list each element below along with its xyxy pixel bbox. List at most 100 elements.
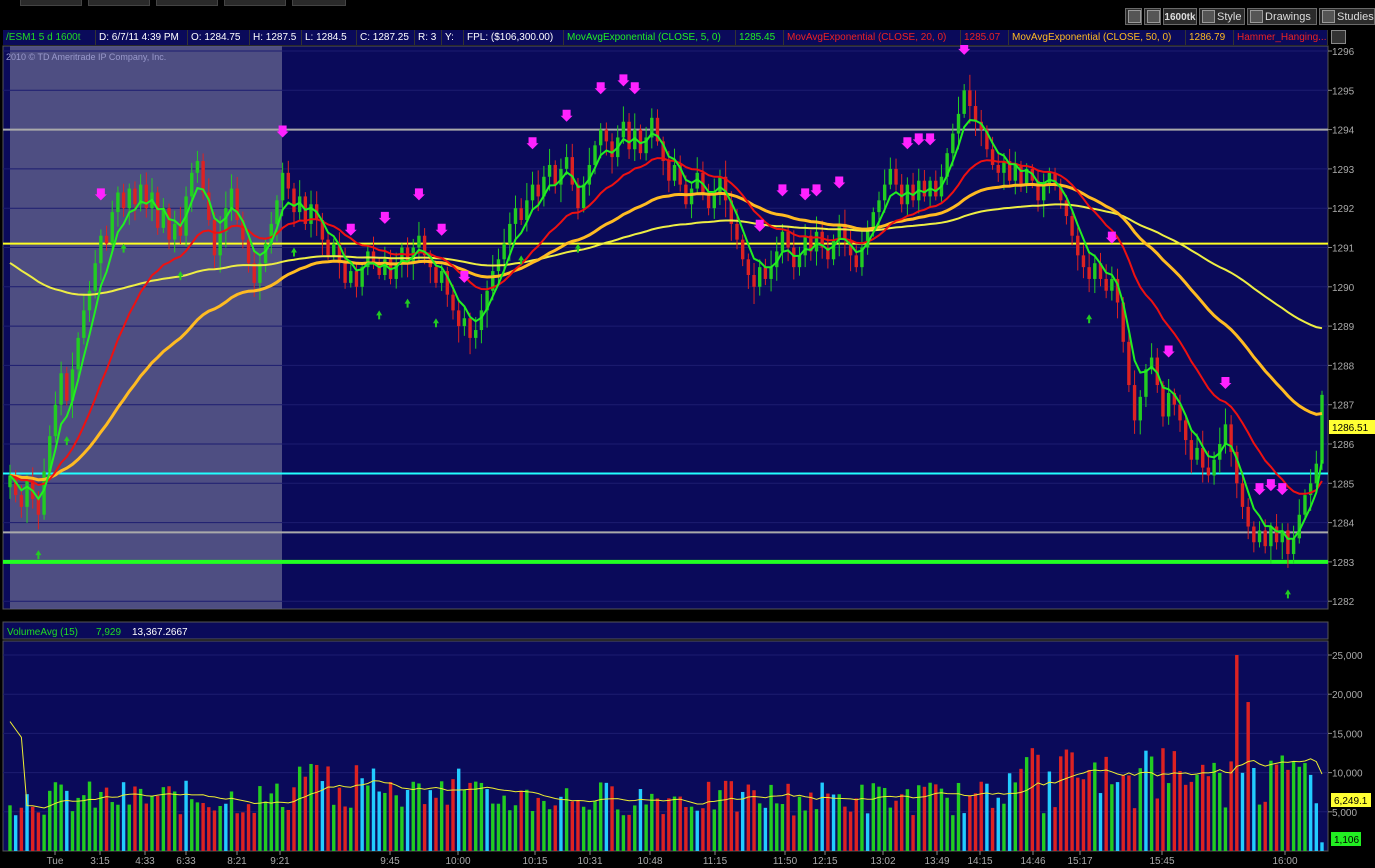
candle-up (888, 168, 893, 185)
volume-bar (911, 815, 915, 851)
time-axis-label: 14:46 (1020, 856, 1045, 867)
price-axis-label: 1290 (1332, 283, 1355, 294)
candle-down (343, 263, 347, 283)
candle-down (1206, 467, 1211, 476)
volume-bar (150, 796, 154, 851)
volume-bar (1155, 798, 1159, 851)
volume-bar (110, 802, 114, 851)
candle-down (973, 106, 978, 122)
volume-bar (928, 782, 932, 851)
range-label: R: 3 (415, 30, 442, 45)
volume-bar (1183, 784, 1188, 851)
volume-bar (655, 798, 660, 851)
ma20-label[interactable]: MovAvgExponential (CLOSE, 20, 0) (784, 30, 961, 45)
candle-down (1183, 420, 1188, 441)
candle-up (474, 330, 478, 338)
volume-bar (820, 782, 824, 851)
volume-bar (1070, 752, 1074, 851)
volume-bar (258, 786, 262, 851)
candle-up (462, 318, 467, 327)
time-axis-label: 13:02 (870, 856, 895, 867)
volume-bar (1263, 801, 1267, 851)
candle-up (1013, 164, 1018, 181)
candle-up (1110, 278, 1114, 291)
candle-up (173, 223, 177, 240)
time-axis-label: 14:15 (967, 856, 992, 867)
volume-bar (1132, 808, 1137, 851)
volume-bar (917, 785, 921, 851)
volume-bar (604, 782, 609, 851)
price-axis-label: 1285 (1332, 479, 1355, 490)
volume-bar (1195, 774, 1199, 851)
volume-bar (502, 795, 506, 851)
volume-bar (536, 797, 540, 851)
candle-up (53, 404, 58, 437)
volume-bar (746, 784, 751, 851)
candle-down (1132, 385, 1137, 421)
candle-up (547, 164, 552, 177)
price-axis-label: 1283 (1332, 558, 1355, 569)
hammer-study-label[interactable]: Hammer_Hanging... (1234, 30, 1328, 45)
volume-bar (513, 805, 518, 851)
price-axis-label: 1287 (1332, 401, 1355, 412)
volume-bar (235, 813, 239, 851)
volume-bar (729, 781, 734, 851)
candle-down (1019, 164, 1023, 185)
candle-up (349, 271, 353, 283)
chart-settings-icon[interactable] (1331, 30, 1346, 44)
volume-bar (877, 786, 881, 851)
volume-bar (809, 792, 813, 851)
volume-bar (1161, 748, 1165, 851)
time-axis-label: 10:48 (637, 856, 662, 867)
candle-up (110, 212, 114, 244)
candle-down (576, 184, 580, 209)
volume-bar (525, 789, 529, 851)
candle-up (882, 184, 887, 201)
volume-value: 7,929 (96, 627, 121, 638)
symbol-label[interactable]: /ESM1 5 d 1600t (3, 30, 96, 45)
candle-up (581, 184, 586, 209)
volume-bar (1189, 781, 1194, 851)
volume-bar (178, 814, 183, 851)
volume-bar (121, 782, 126, 851)
time-axis-label: 15:45 (1149, 856, 1174, 867)
candle-down (212, 219, 217, 256)
volume-bar (979, 781, 983, 851)
volume-study-label[interactable]: VolumeAvg (15) (7, 627, 78, 638)
volume-bar (82, 795, 86, 851)
volume-bar (53, 782, 58, 851)
volume-bar (814, 809, 819, 851)
candle-up (1212, 459, 1216, 476)
volume-bar (1144, 750, 1148, 851)
volume-bar (1246, 702, 1250, 851)
volume-bar (797, 796, 802, 851)
volume-bar (1240, 772, 1245, 851)
candle-up (621, 121, 626, 138)
candle-down (1252, 526, 1256, 543)
volume-bar (1104, 756, 1108, 851)
time-axis[interactable]: Tue 3:15 4:33 6:33 8:21 9:21 9:45 10:00 10:15 10:… (47, 851, 1298, 867)
volume-bar (1280, 755, 1284, 851)
date-label: D: 6/7/11 4:39 PM (96, 30, 188, 45)
volume-bar (70, 811, 75, 851)
candle-up (956, 113, 961, 134)
ma5-label[interactable]: MovAvgExponential (CLOSE, 5, 0) (564, 30, 736, 45)
candle-down (19, 495, 24, 507)
volume-bar (996, 797, 1000, 851)
volume-bar (127, 804, 131, 851)
volume-bar (337, 787, 342, 851)
volume-bar (320, 781, 325, 851)
candle-down (792, 247, 796, 268)
volume-bar (48, 790, 52, 851)
candle-down (786, 231, 790, 248)
high-label: H: 1287.5 (250, 30, 302, 45)
current-price-label: 1286.51 (1332, 423, 1369, 434)
volume-bar (865, 813, 870, 851)
candle-up (116, 192, 120, 213)
chart-canvas[interactable]: 2010 © TD Ameritrade IP Company, Inc. 12… (0, 0, 1375, 868)
volume-bar (1002, 803, 1006, 851)
volume-bar (99, 791, 103, 851)
price-axis[interactable]: 1296 1295 1294 1293 1292 1291 1290 1289 1288 1287… (1328, 47, 1355, 608)
ma50-label[interactable]: MovAvgExponential (CLOSE, 50, 0) (1009, 30, 1186, 45)
candle-up (1138, 396, 1142, 421)
